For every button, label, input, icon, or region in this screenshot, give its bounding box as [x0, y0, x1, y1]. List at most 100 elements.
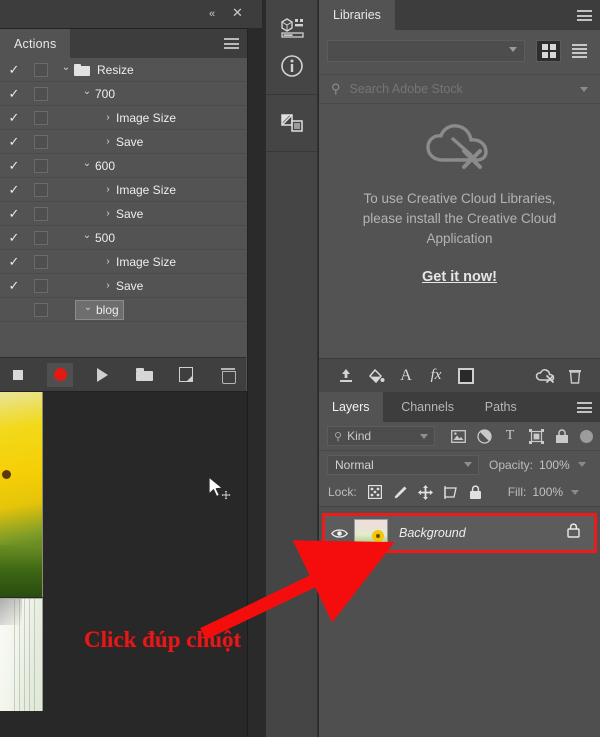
collapse-panel-icon[interactable]: «	[209, 7, 215, 21]
action-dialog-toggle[interactable]	[34, 206, 48, 221]
action-label-wrap[interactable]: › Image Size	[96, 252, 180, 272]
play-button[interactable]	[89, 363, 115, 387]
table-row[interactable]: Background	[322, 513, 597, 553]
action-label-wrap[interactable]: ⌄ Resize	[54, 60, 138, 80]
action-label-wrap[interactable]: ⌄ 500	[75, 228, 119, 248]
action-toggle-checkbox[interactable]: ✓	[0, 63, 28, 76]
action-toggle-checkbox[interactable]: ✓	[0, 255, 28, 268]
cloud-sync-off-icon[interactable]	[530, 363, 560, 389]
tab-channels[interactable]: Channels	[388, 392, 467, 422]
libraries-panel-menu-icon[interactable]	[577, 10, 592, 21]
fill-stepper-icon[interactable]	[571, 489, 580, 495]
grid-view-icon[interactable]	[536, 40, 561, 62]
chevron-down-icon[interactable]: ⌄	[58, 62, 74, 73]
actions-list[interactable]: ✓ ⌄ Resize ✓ ⌄ 700 ✓ › Image Size ✓ › Save ✓ ⌄ 600 ✓ › Im…	[0, 58, 246, 358]
tab-actions[interactable]: Actions	[0, 29, 71, 58]
action-dialog-toggle[interactable]	[34, 254, 48, 269]
opacity-value[interactable]: 100%	[539, 458, 570, 472]
opacity-stepper-icon[interactable]	[577, 462, 586, 467]
action-row[interactable]: ✓ › Image Size	[0, 106, 246, 130]
layers-panel-menu-icon[interactable]	[577, 402, 592, 413]
stop-button[interactable]	[5, 363, 31, 387]
adjustments-icon[interactable]	[266, 104, 318, 142]
record-button[interactable]	[47, 362, 73, 387]
action-dialog-toggle[interactable]	[34, 278, 48, 293]
action-label-wrap[interactable]: › Save	[96, 132, 147, 152]
action-row[interactable]: ✓ ⌄ 500	[0, 226, 246, 250]
library-select[interactable]	[327, 40, 525, 62]
action-row[interactable]: ✓ › Save	[0, 202, 246, 226]
tab-layers[interactable]: Layers	[319, 392, 383, 422]
chevron-down-icon[interactable]: ⌄	[79, 158, 95, 169]
chevron-right-icon[interactable]: ›	[100, 208, 116, 219]
action-toggle-checkbox[interactable]: ✓	[0, 87, 28, 100]
action-toggle-checkbox[interactable]: ✓	[0, 183, 28, 196]
trash-icon[interactable]	[560, 363, 590, 389]
action-toggle-checkbox[interactable]: ✓	[0, 279, 28, 292]
action-dialog-toggle[interactable]	[34, 182, 48, 197]
filter-type-icon[interactable]: T	[497, 426, 523, 446]
get-it-now-link[interactable]: Get it now!	[422, 269, 497, 285]
blend-mode-select[interactable]: Normal	[327, 454, 479, 475]
properties-icon[interactable]	[266, 9, 318, 47]
tab-paths[interactable]: Paths	[472, 392, 530, 422]
action-label-wrap[interactable]: ⌄ 700	[75, 84, 119, 104]
new-set-button[interactable]	[131, 363, 157, 387]
search-input[interactable]	[349, 82, 580, 96]
layer-name-label[interactable]: Background	[399, 526, 466, 540]
layer-kind-select[interactable]: ⚲ Kind	[327, 426, 435, 446]
action-row[interactable]: ✓ › Image Size	[0, 250, 246, 274]
lock-all-icon[interactable]	[463, 482, 488, 502]
action-label-wrap[interactable]: › Image Size	[96, 108, 180, 128]
action-label-wrap[interactable]: ⌄ 600	[75, 156, 119, 176]
chevron-down-icon[interactable]: ⌄	[80, 302, 96, 313]
chevron-down-icon[interactable]: ⌄	[79, 230, 95, 241]
lock-image-pixels-icon[interactable]	[388, 482, 413, 502]
color-swatch-icon[interactable]	[451, 363, 481, 389]
lock-transparent-pixels-icon[interactable]	[363, 482, 388, 502]
filter-adjustment-icon[interactable]	[471, 426, 497, 446]
action-row[interactable]: ✓ › Save	[0, 274, 246, 298]
fill-value[interactable]: 100%	[532, 485, 563, 499]
action-dialog-toggle[interactable]	[34, 158, 48, 173]
filter-enable-toggle[interactable]	[580, 429, 593, 443]
new-action-button[interactable]	[173, 363, 199, 387]
action-toggle-checkbox[interactable]: ✓	[0, 159, 28, 172]
action-dialog-toggle[interactable]	[34, 134, 48, 149]
action-dialog-toggle[interactable]	[34, 110, 48, 125]
lock-position-icon[interactable]	[413, 482, 438, 502]
layer-thumbnail[interactable]	[354, 519, 388, 547]
chevron-right-icon[interactable]: ›	[100, 136, 116, 147]
action-label-wrap[interactable]: ⌄ blog	[75, 299, 124, 320]
chevron-right-icon[interactable]: ›	[100, 184, 116, 195]
list-view-icon[interactable]	[567, 40, 592, 62]
action-label-wrap[interactable]: › Save	[96, 204, 147, 224]
close-panel-icon[interactable]: ✕	[232, 6, 243, 20]
action-row[interactable]: ✓ › Save	[0, 130, 246, 154]
chevron-right-icon[interactable]: ›	[100, 112, 116, 123]
action-row[interactable]: ⌄ blog	[0, 298, 246, 322]
action-row[interactable]: ✓ ⌄ Resize	[0, 58, 246, 82]
eye-icon[interactable]	[325, 528, 353, 539]
actions-panel-menu-icon[interactable]	[224, 38, 239, 49]
action-toggle-checkbox[interactable]: ✓	[0, 111, 28, 124]
info-icon[interactable]	[266, 47, 318, 85]
filter-smart-object-icon[interactable]	[549, 426, 575, 446]
text-icon[interactable]: A	[391, 363, 421, 389]
action-dialog-toggle[interactable]	[34, 302, 48, 317]
upload-icon[interactable]	[331, 363, 361, 389]
action-dialog-toggle[interactable]	[34, 230, 48, 245]
action-label-wrap[interactable]: › Save	[96, 276, 147, 296]
chevron-down-icon[interactable]	[580, 86, 588, 92]
filter-shape-icon[interactable]	[523, 426, 549, 446]
lock-icon[interactable]	[567, 523, 580, 543]
chevron-down-icon[interactable]: ⌄	[79, 86, 95, 97]
lock-artboard-nesting-icon[interactable]	[438, 482, 463, 502]
chevron-right-icon[interactable]: ›	[100, 280, 116, 291]
chevron-right-icon[interactable]: ›	[100, 256, 116, 267]
action-toggle-checkbox[interactable]: ✓	[0, 207, 28, 220]
action-dialog-toggle[interactable]	[34, 86, 48, 101]
filter-pixel-icon[interactable]	[445, 426, 471, 446]
action-row[interactable]: ✓ ⌄ 700	[0, 82, 246, 106]
action-toggle-checkbox[interactable]: ✓	[0, 135, 28, 148]
